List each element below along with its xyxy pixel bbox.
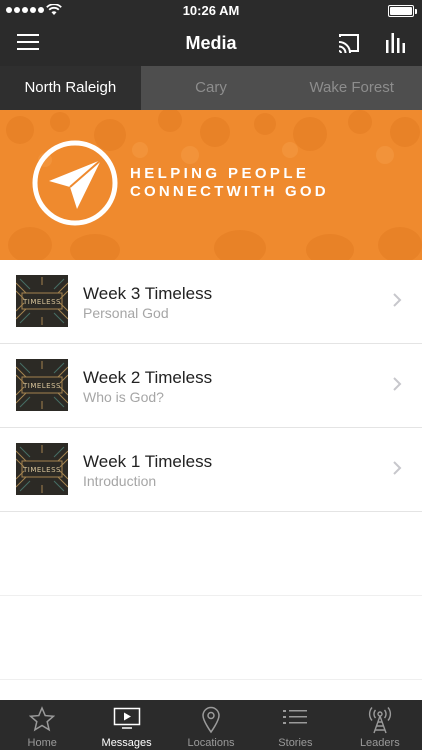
map-pin-icon	[202, 706, 220, 734]
timeless-artwork-image: TIMELESS	[16, 443, 68, 495]
tab-label: Messages	[101, 737, 152, 749]
message-title: Week 2 Timeless	[83, 368, 213, 387]
list-icon	[283, 710, 308, 724]
banner-line-2: CONNECTWITH GOD	[130, 183, 329, 200]
chevron-right-icon	[393, 293, 402, 307]
message-subtitle: Personal God	[83, 305, 169, 321]
tab-label: Stories	[278, 737, 313, 749]
bottom-tab-bar: Home Messages Locations Stories Leaders	[0, 700, 422, 750]
status-bar: 10:26 AM	[0, 0, 422, 22]
list-item[interactable]: TIMELESS Week 3 Timeless Personal God	[0, 260, 422, 344]
thumb-text: TIMELESS	[22, 382, 61, 390]
location-tabs: North Raleigh Cary Wake Forest	[0, 66, 422, 110]
bar-chart-icon[interactable]	[384, 31, 406, 55]
message-subtitle: Introduction	[83, 473, 157, 489]
tab-north-raleigh[interactable]: North Raleigh	[0, 66, 141, 110]
church-logo-icon	[32, 140, 118, 226]
cast-icon[interactable]	[337, 32, 361, 54]
tab-leaders[interactable]: Leaders	[338, 700, 422, 750]
tab-label: Leaders	[359, 737, 400, 749]
tab-wake-forest[interactable]: Wake Forest	[281, 66, 422, 110]
sermon-thumbnail: TIMELESS	[16, 359, 68, 411]
tab-cary[interactable]: Cary	[141, 66, 282, 110]
tab-label: Home	[27, 737, 57, 749]
timeless-artwork-image: TIMELESS	[16, 359, 68, 411]
empty-row	[0, 596, 422, 680]
nav-bar: Media	[0, 22, 422, 66]
list-item[interactable]: TIMELESS Week 1 Timeless Introduction	[0, 428, 422, 512]
tab-home[interactable]: Home	[0, 700, 84, 750]
tab-stories[interactable]: Stories	[253, 700, 337, 750]
broadcast-tower-icon	[368, 707, 391, 734]
battery-icon	[388, 5, 417, 17]
empty-row	[0, 512, 422, 596]
banner-tagline: HELPING PEOPLE CONNECTWITH GOD	[130, 165, 329, 201]
list-item[interactable]: TIMELESS Week 2 Timeless Who is God?	[0, 344, 422, 428]
thumb-text: TIMELESS	[22, 298, 61, 306]
star-icon	[29, 706, 56, 732]
tab-locations[interactable]: Locations	[169, 700, 253, 750]
sermon-thumbnail: TIMELESS	[16, 275, 68, 327]
message-title: Week 1 Timeless	[83, 452, 213, 471]
sermon-thumbnail: TIMELESS	[16, 443, 68, 495]
chevron-right-icon	[393, 377, 402, 391]
status-time: 10:26 AM	[182, 3, 240, 18]
thumb-text: TIMELESS	[22, 466, 61, 474]
message-list: TIMELESS Week 3 Timeless Personal God TI…	[0, 260, 422, 680]
tab-label: Locations	[187, 737, 235, 749]
message-title: Week 3 Timeless	[83, 284, 213, 303]
play-screen-icon	[113, 707, 140, 729]
tab-messages[interactable]: Messages	[84, 700, 168, 750]
chevron-right-icon	[393, 461, 402, 475]
banner-line-1: HELPING PEOPLE	[130, 165, 310, 182]
timeless-artwork-image: TIMELESS	[16, 275, 68, 327]
message-subtitle: Who is God?	[83, 389, 164, 405]
